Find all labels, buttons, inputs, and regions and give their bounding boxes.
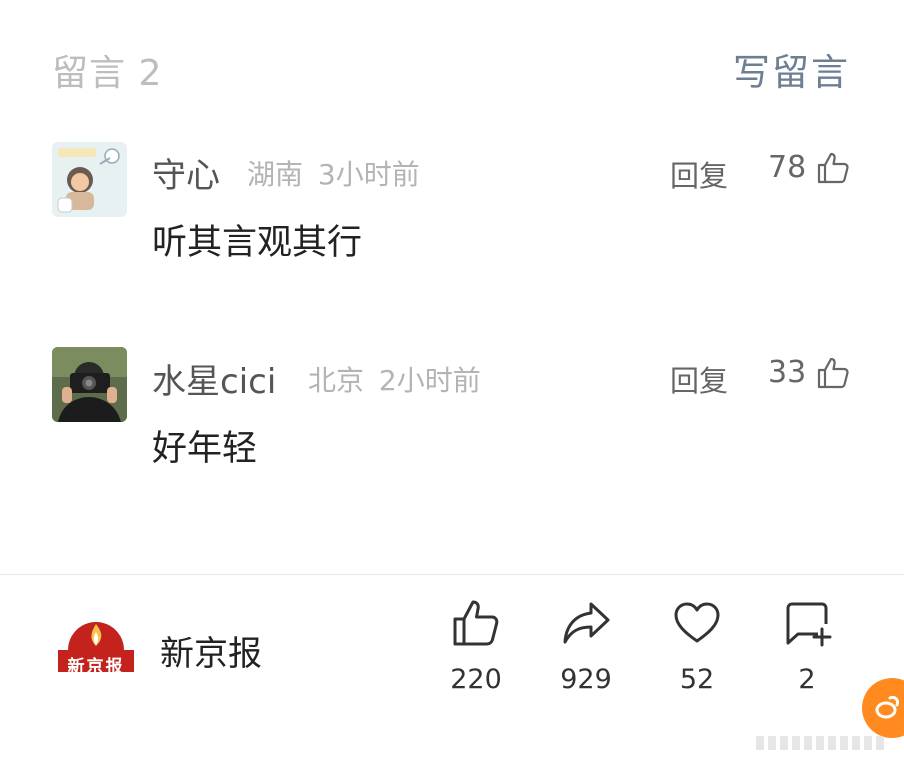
reply-button[interactable]: 回复 <box>670 153 728 195</box>
comment-time: 2小时前 <box>378 364 481 397</box>
cartoon-avatar-icon <box>52 142 127 217</box>
xinjingbao-logo-text: 新京报 <box>67 657 125 677</box>
comment-time: 3小时前 <box>317 158 420 191</box>
write-comment-button[interactable]: 写留言 <box>733 42 850 96</box>
source-name[interactable]: 新京报 <box>160 626 262 675</box>
comment-count: 2 <box>798 664 816 695</box>
favorite-action[interactable]: 52 <box>652 598 742 695</box>
comment-meta: 北京 2小时前 <box>308 359 481 399</box>
comment-like-button[interactable]: 33 <box>768 355 850 390</box>
comment-like-count: 33 <box>768 355 807 390</box>
share-icon <box>563 602 610 644</box>
thumbs-up-icon <box>818 152 849 183</box>
comment-meta: 湖南 3小时前 <box>247 153 420 193</box>
thumbs-up-icon <box>818 357 849 388</box>
share-count: 929 <box>560 664 612 695</box>
like-count: 220 <box>450 664 502 695</box>
divider <box>0 574 904 575</box>
add-comment-icon <box>786 602 832 647</box>
like-action[interactable]: 220 <box>431 598 521 695</box>
comments-screen: 留言 2 写留言 守心 湖南 3小时前 回复 78 听其言观其行 水星cici … <box>0 0 904 764</box>
comment-like-count: 78 <box>768 150 807 185</box>
comment-like-button[interactable]: 78 <box>768 150 850 185</box>
floating-weibo-badge[interactable] <box>862 678 904 738</box>
avatar[interactable] <box>52 347 127 422</box>
watermark-icon <box>756 736 884 750</box>
comment-location: 湖南 <box>247 158 304 191</box>
heart-icon <box>674 602 720 643</box>
photographer-avatar-icon <box>52 347 127 422</box>
comment-text: 听其言观其行 <box>152 223 363 263</box>
comments-count-title: 留言 2 <box>52 53 163 94</box>
comment-location: 北京 <box>308 364 365 397</box>
thumbs-up-icon <box>453 600 499 646</box>
favorite-count: 52 <box>679 664 715 695</box>
weibo-icon <box>875 696 899 719</box>
comment-text: 好年轻 <box>152 429 258 469</box>
comment-username[interactable]: 水星cici <box>152 354 276 403</box>
reply-button[interactable]: 回复 <box>670 358 728 400</box>
share-action[interactable]: 929 <box>541 598 631 695</box>
avatar[interactable] <box>52 142 127 217</box>
comment-username[interactable]: 守心 <box>152 148 220 197</box>
comment-action[interactable]: 2 <box>762 598 852 695</box>
